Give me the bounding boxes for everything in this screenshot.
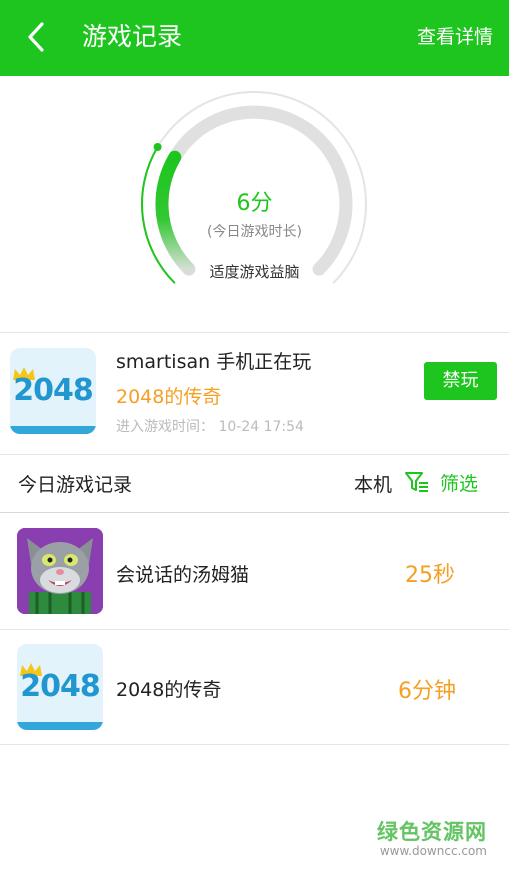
page-title: 游戏记录 <box>82 22 183 51</box>
divider <box>0 332 509 333</box>
current-game-name: 2048的传奇 <box>116 386 222 408</box>
watermark-logo: 绿色资源网 <box>377 820 487 844</box>
playtime-gauge: 6分 (今日游戏时长) 适度游戏益脑 <box>0 76 509 332</box>
record-duration: 25秒 <box>405 563 455 588</box>
playtime-value: 6分 <box>236 191 273 216</box>
gauge-progress-dot <box>153 143 162 151</box>
chevron-left-icon <box>28 22 44 52</box>
divider <box>0 629 509 630</box>
top-app-bar: 游戏记录 查看详情 <box>0 0 509 76</box>
divider <box>0 512 509 513</box>
playtime-caption: (今日游戏时长) <box>207 224 302 240</box>
filter-icon <box>405 472 428 492</box>
device-status: smartisan 手机正在玩 <box>116 351 312 373</box>
talking-tom-illustration <box>17 528 103 614</box>
view-details-link[interactable]: 查看详情 <box>417 22 493 52</box>
device-selector[interactable]: 本机 <box>354 470 392 497</box>
back-button[interactable] <box>18 16 58 60</box>
talking-tom-icon <box>17 528 103 614</box>
ban-button[interactable]: 禁玩 <box>424 362 497 400</box>
record-game-name: 2048的传奇 <box>116 679 222 701</box>
game-icon-text: 2048 <box>13 373 94 408</box>
enter-time: 进入游戏时间： 10-24 17:54 <box>116 419 304 435</box>
records-title: 今日游戏记录 <box>18 474 133 496</box>
record-game-name: 会说话的汤姆猫 <box>116 564 250 586</box>
divider <box>0 454 509 455</box>
watermark-url: www.downcc.com <box>379 844 487 858</box>
filter-label: 筛选 <box>440 473 479 495</box>
playtime-tip: 适度游戏益脑 <box>209 263 300 281</box>
game-2048-icon: 2048 <box>17 644 103 730</box>
game-2048-icon: 2048 <box>10 348 96 434</box>
record-duration: 6分钟 <box>398 679 456 704</box>
game-icon-text: 2048 <box>20 669 101 704</box>
icon-base-strip <box>17 722 103 730</box>
divider <box>0 744 509 745</box>
icon-base-strip <box>10 426 96 434</box>
